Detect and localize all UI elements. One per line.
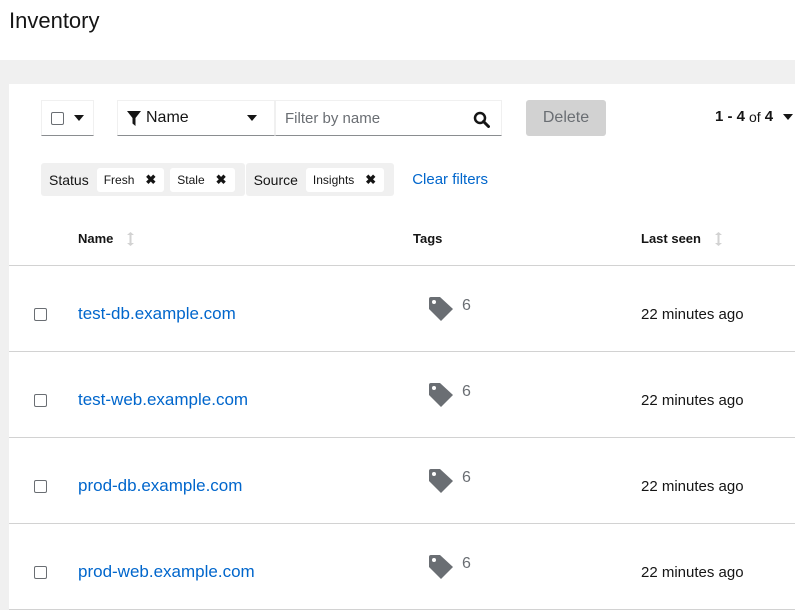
search-box — [275, 100, 502, 136]
filter-chip: Stale ✖ — [170, 167, 235, 192]
table-row: prod-web.example.com 6 22 minutes ago — [9, 524, 795, 610]
table-header: Name Tags Last seen — [9, 214, 795, 266]
sort-icon[interactable] — [127, 231, 135, 246]
search-icon[interactable] — [473, 111, 490, 128]
chip-label: Stale — [177, 172, 205, 187]
pagination-of: of — [749, 108, 761, 125]
sort-icon[interactable] — [714, 231, 722, 246]
chip-group-label: Status — [49, 171, 89, 188]
host-name-link[interactable]: prod-db.example.com — [78, 476, 242, 496]
chip-group-status: Status Fresh ✖ Stale ✖ — [41, 163, 245, 196]
chip-group-source: Source Insights ✖ — [245, 163, 395, 196]
search-input[interactable] — [276, 103, 466, 133]
pagination-total: 4 — [764, 108, 774, 125]
tag-icon — [429, 297, 453, 321]
last-seen: 22 minutes ago — [641, 392, 744, 409]
host-name-link[interactable]: prod-web.example.com — [78, 562, 255, 582]
column-header-tags: Tags — [413, 231, 442, 246]
host-name-link[interactable]: test-db.example.com — [78, 304, 236, 324]
chip-label: Fresh — [103, 172, 135, 187]
tags-cell[interactable]: 6 — [428, 296, 471, 322]
row-checkbox[interactable] — [34, 480, 47, 493]
close-icon[interactable]: ✖ — [145, 172, 156, 188]
last-seen: 22 minutes ago — [641, 306, 744, 323]
tag-count: 6 — [462, 469, 471, 486]
chip-label: Insights — [312, 172, 355, 187]
filter-attribute-label: Name — [146, 109, 189, 126]
delete-button[interactable]: Delete — [526, 100, 606, 136]
tag-icon — [429, 469, 453, 493]
column-header-name[interactable]: Name — [78, 231, 135, 246]
filter-attribute-select[interactable]: Name — [117, 100, 275, 136]
clear-filters-link[interactable]: Clear filters — [412, 171, 488, 188]
row-checkbox[interactable] — [34, 394, 47, 407]
toolbar: Name Delete 1 - 4 of 4 Status Fresh ✖ St… — [9, 84, 795, 234]
caret-down-icon[interactable] — [783, 113, 794, 120]
tag-icon — [429, 383, 453, 407]
filter-chip: Fresh ✖ — [96, 167, 165, 192]
last-seen: 22 minutes ago — [641, 564, 744, 581]
close-icon[interactable]: ✖ — [216, 172, 227, 188]
table-row: prod-db.example.com 6 22 minutes ago — [9, 438, 795, 524]
row-checkbox[interactable] — [34, 308, 47, 321]
row-checkbox[interactable] — [34, 566, 47, 579]
select-all-checkbox[interactable] — [51, 111, 64, 125]
last-seen: 22 minutes ago — [641, 478, 744, 495]
filter-chip: Insights ✖ — [305, 167, 385, 192]
tags-cell[interactable]: 6 — [428, 382, 471, 408]
chip-group-label: Source — [253, 171, 298, 188]
column-label: Name — [78, 231, 114, 246]
pagination-toggle[interactable]: 1 - 4 of 4 — [715, 108, 794, 125]
tag-icon — [429, 555, 453, 579]
filter-icon — [127, 110, 141, 126]
active-filters: Status Fresh ✖ Stale ✖ Source Insights ✖… — [41, 163, 488, 196]
column-label: Tags — [413, 231, 443, 246]
column-label: Last seen — [641, 231, 701, 246]
table-row: test-db.example.com 6 22 minutes ago — [9, 266, 795, 352]
inventory-table: Name Tags Last seen test-db.example.com … — [9, 214, 795, 610]
inventory-card: Name Delete 1 - 4 of 4 Status Fresh ✖ St… — [9, 84, 795, 610]
page-title: Inventory — [9, 8, 100, 33]
close-icon[interactable]: ✖ — [365, 172, 376, 188]
page-header: Inventory — [0, 0, 795, 60]
caret-down-icon[interactable] — [74, 115, 84, 121]
table-row: test-web.example.com 6 22 minutes ago — [9, 352, 795, 438]
tag-count: 6 — [462, 383, 471, 400]
column-header-last-seen[interactable]: Last seen — [641, 231, 722, 246]
tags-cell[interactable]: 6 — [428, 554, 471, 580]
tags-cell[interactable]: 6 — [428, 468, 471, 494]
tag-count: 6 — [462, 297, 471, 314]
caret-down-icon[interactable] — [247, 115, 257, 121]
host-name-link[interactable]: test-web.example.com — [78, 390, 248, 410]
pagination-range: 1 - 4 — [715, 108, 746, 125]
tag-count: 6 — [462, 555, 471, 572]
bulk-select-dropdown[interactable] — [41, 100, 94, 136]
